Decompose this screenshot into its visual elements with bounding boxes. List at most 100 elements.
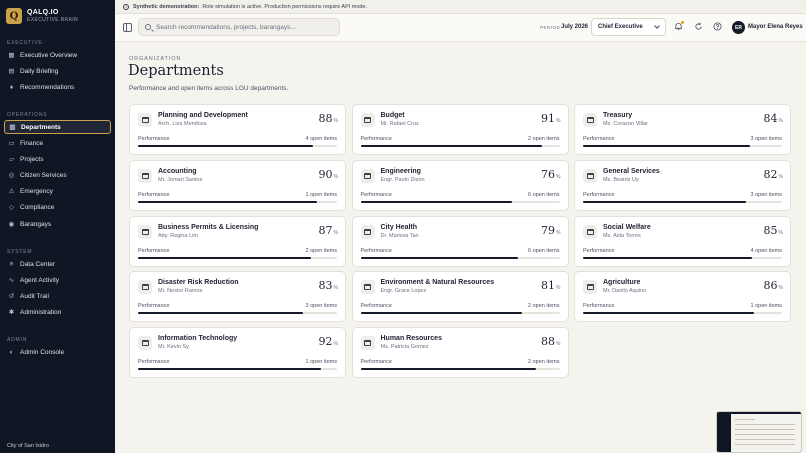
score-value: 81 — [541, 279, 556, 293]
performance-bar-fill — [583, 145, 751, 147]
sidebar-item-agent-activity[interactable]: ∿ Agent Activity — [4, 273, 111, 287]
sidebar-item-label: Administration — [20, 309, 62, 317]
bell-icon[interactable] — [673, 21, 684, 32]
shield-icon: ◇ — [9, 204, 14, 212]
sidebar-item-recommendations[interactable]: ♦ Recommendations — [4, 80, 111, 94]
refresh-icon[interactable] — [693, 22, 703, 32]
department-card[interactable]: Treasury Ms. Corazon Villar 84% Performa… — [574, 104, 791, 155]
department-card[interactable]: Environment & Natural Resources Engr. Gr… — [351, 271, 569, 323]
department-card[interactable]: Social Welfare Ms. Aida Torres 85% Perfo… — [574, 215, 791, 267]
department-card[interactable]: Accounting Mr. Jomari Santos 90% Perform… — [129, 159, 346, 211]
brand-name: QALQ.IO — [27, 9, 59, 16]
performance-bar — [360, 368, 560, 371]
open-items-count: 4 open items — [305, 136, 338, 142]
nav-section: ADMIN ◐ Admin Console — [0, 337, 115, 361]
sidebar-item-audit-trail[interactable]: ↺ Audit Trail — [4, 289, 111, 303]
percent-sign: % — [333, 118, 338, 124]
score-value: 90 — [318, 167, 333, 181]
open-items-count: 3 open items — [750, 136, 783, 142]
department-card[interactable]: Disaster Risk Reduction Mr. Nestor Ramos… — [129, 271, 346, 323]
sidebar-item-barangays[interactable]: ◉ Barangays — [4, 217, 111, 231]
department-card[interactable]: Human Resources Ms. Patricia Gomez 88% P… — [351, 327, 569, 379]
period-value[interactable]: July 2026 — [561, 24, 588, 30]
period-label: PERIOD — [540, 25, 561, 30]
role-select[interactable]: Chief Executive — [591, 18, 666, 36]
banner-text: Role simulation is active. Production pe… — [202, 3, 368, 10]
department-name: Engineering — [380, 167, 421, 175]
sidebar-item-label: Compliance — [20, 204, 55, 212]
percent-sign: % — [333, 341, 338, 348]
activity-icon: ∿ — [8, 276, 15, 284]
department-head: Ms. Patricia Gomez — [380, 344, 429, 351]
department-card[interactable]: General Services Ms. Beatriz Uy 82% Perf… — [574, 159, 791, 211]
performance-score: 81% — [541, 279, 560, 292]
performance-label: Performance — [583, 191, 615, 198]
department-head: Dr. Marissa Tan — [380, 232, 419, 239]
sidebar-item-compliance[interactable]: ◇ Compliance — [4, 201, 111, 215]
performance-bar — [583, 312, 782, 315]
screen-preview-thumbnail[interactable] — [716, 411, 802, 453]
department-name: Planning and Development — [158, 112, 248, 119]
open-items-count: 2 open items — [528, 303, 560, 310]
performance-label: Performance — [360, 303, 393, 310]
open-items-count: 3 open items — [305, 303, 338, 310]
sidebar-item-label: Agent Activity — [20, 276, 60, 284]
sidebar-item-projects[interactable]: ▱ Projects — [4, 152, 111, 166]
department-card[interactable]: Budget Mr. Rafael Cruz 91% Performance 2… — [351, 104, 569, 155]
performance-bar — [138, 145, 337, 147]
department-head: Ms. Beatriz Uy — [603, 176, 639, 183]
sidebar-item-executive-overview[interactable]: ▦ Executive Overview — [4, 48, 111, 62]
building-icon: ▥ — [9, 123, 16, 131]
performance-bar — [138, 200, 337, 203]
department-head: Engr. Grace Lopez — [380, 288, 427, 295]
grid-icon: ▦ — [8, 51, 15, 59]
department-head: Mr. Jomari Santos — [158, 176, 203, 183]
performance-bar — [360, 312, 560, 315]
alert-icon: ⚠ — [8, 188, 15, 196]
department-card[interactable]: City Health Dr. Marissa Tan 79% Performa… — [351, 215, 569, 267]
open-items-count: 1 open items — [305, 359, 338, 366]
performance-label: Performance — [138, 136, 170, 142]
score-value: 85 — [763, 223, 778, 237]
open-items-count: 6 open items — [528, 191, 560, 198]
sidebar-item-admin-console[interactable]: ◐ Admin Console — [4, 345, 111, 359]
percent-sign: % — [556, 173, 561, 180]
user-name[interactable]: Mayor Elena Reyes — [748, 24, 803, 30]
department-card[interactable]: Information Technology Mr. Kevin Sy 92% … — [129, 327, 346, 379]
score-value: 88 — [318, 112, 333, 125]
search-input[interactable] — [156, 23, 336, 31]
percent-sign: % — [333, 173, 338, 180]
sidebar-item-administration[interactable]: ✱ Administration — [4, 306, 111, 320]
open-items-count: 4 open items — [750, 247, 783, 254]
nav-section-heading: EXECUTIVE — [7, 40, 43, 46]
performance-label: Performance — [138, 359, 170, 366]
department-head: Mr. Danilo Aquino — [603, 288, 647, 295]
department-card[interactable]: Planning and Development Arch. Liza Mend… — [129, 104, 346, 155]
sidebar-item-departments[interactable]: ▥ Departments — [4, 120, 111, 134]
department-card[interactable]: Business Permits & Licensing Atty. Regin… — [129, 215, 346, 267]
department-card[interactable]: Agriculture Mr. Danilo Aquino 86% Perfor… — [574, 271, 791, 323]
nav-section: EXECUTIVE ▦ Executive Overview ▤ Daily Brief… — [0, 40, 115, 97]
help-icon[interactable] — [712, 22, 722, 32]
map-pin-icon: ◉ — [8, 220, 15, 228]
building-icon — [583, 168, 597, 183]
sidebar-item-citizen-services[interactable]: ◎ Citizen Services — [4, 169, 111, 183]
organization-name: City of San Isidro — [7, 443, 49, 449]
sidebar-item-finance[interactable]: ▭ Finance — [4, 136, 111, 150]
avatar[interactable]: ER — [732, 21, 745, 34]
performance-score: 90% — [319, 168, 338, 181]
sidebar-item-label: Finance — [20, 139, 44, 147]
database-icon: ≡ — [9, 260, 14, 268]
performance-bar — [583, 145, 782, 147]
department-card[interactable]: Engineering Engr. Paolo Dizon 76% Perfor… — [351, 159, 569, 211]
sidebar-item-emergency[interactable]: ⚠ Emergency — [4, 185, 111, 199]
score-value: 87 — [318, 223, 333, 237]
sidebar-item-data-center[interactable]: ≡ Data Center — [4, 257, 111, 271]
search-box[interactable] — [138, 18, 340, 36]
sidebar-item-daily-briefing[interactable]: ▤ Daily Briefing — [4, 64, 111, 78]
sidebar-toggle-icon[interactable] — [123, 23, 132, 32]
brand[interactable]: Q QALQ.IO EXECUTIVE BRAIN — [6, 8, 78, 24]
building-icon — [360, 280, 375, 295]
open-items-count: 2 open items — [528, 136, 560, 142]
performance-score: 87% — [319, 224, 338, 237]
